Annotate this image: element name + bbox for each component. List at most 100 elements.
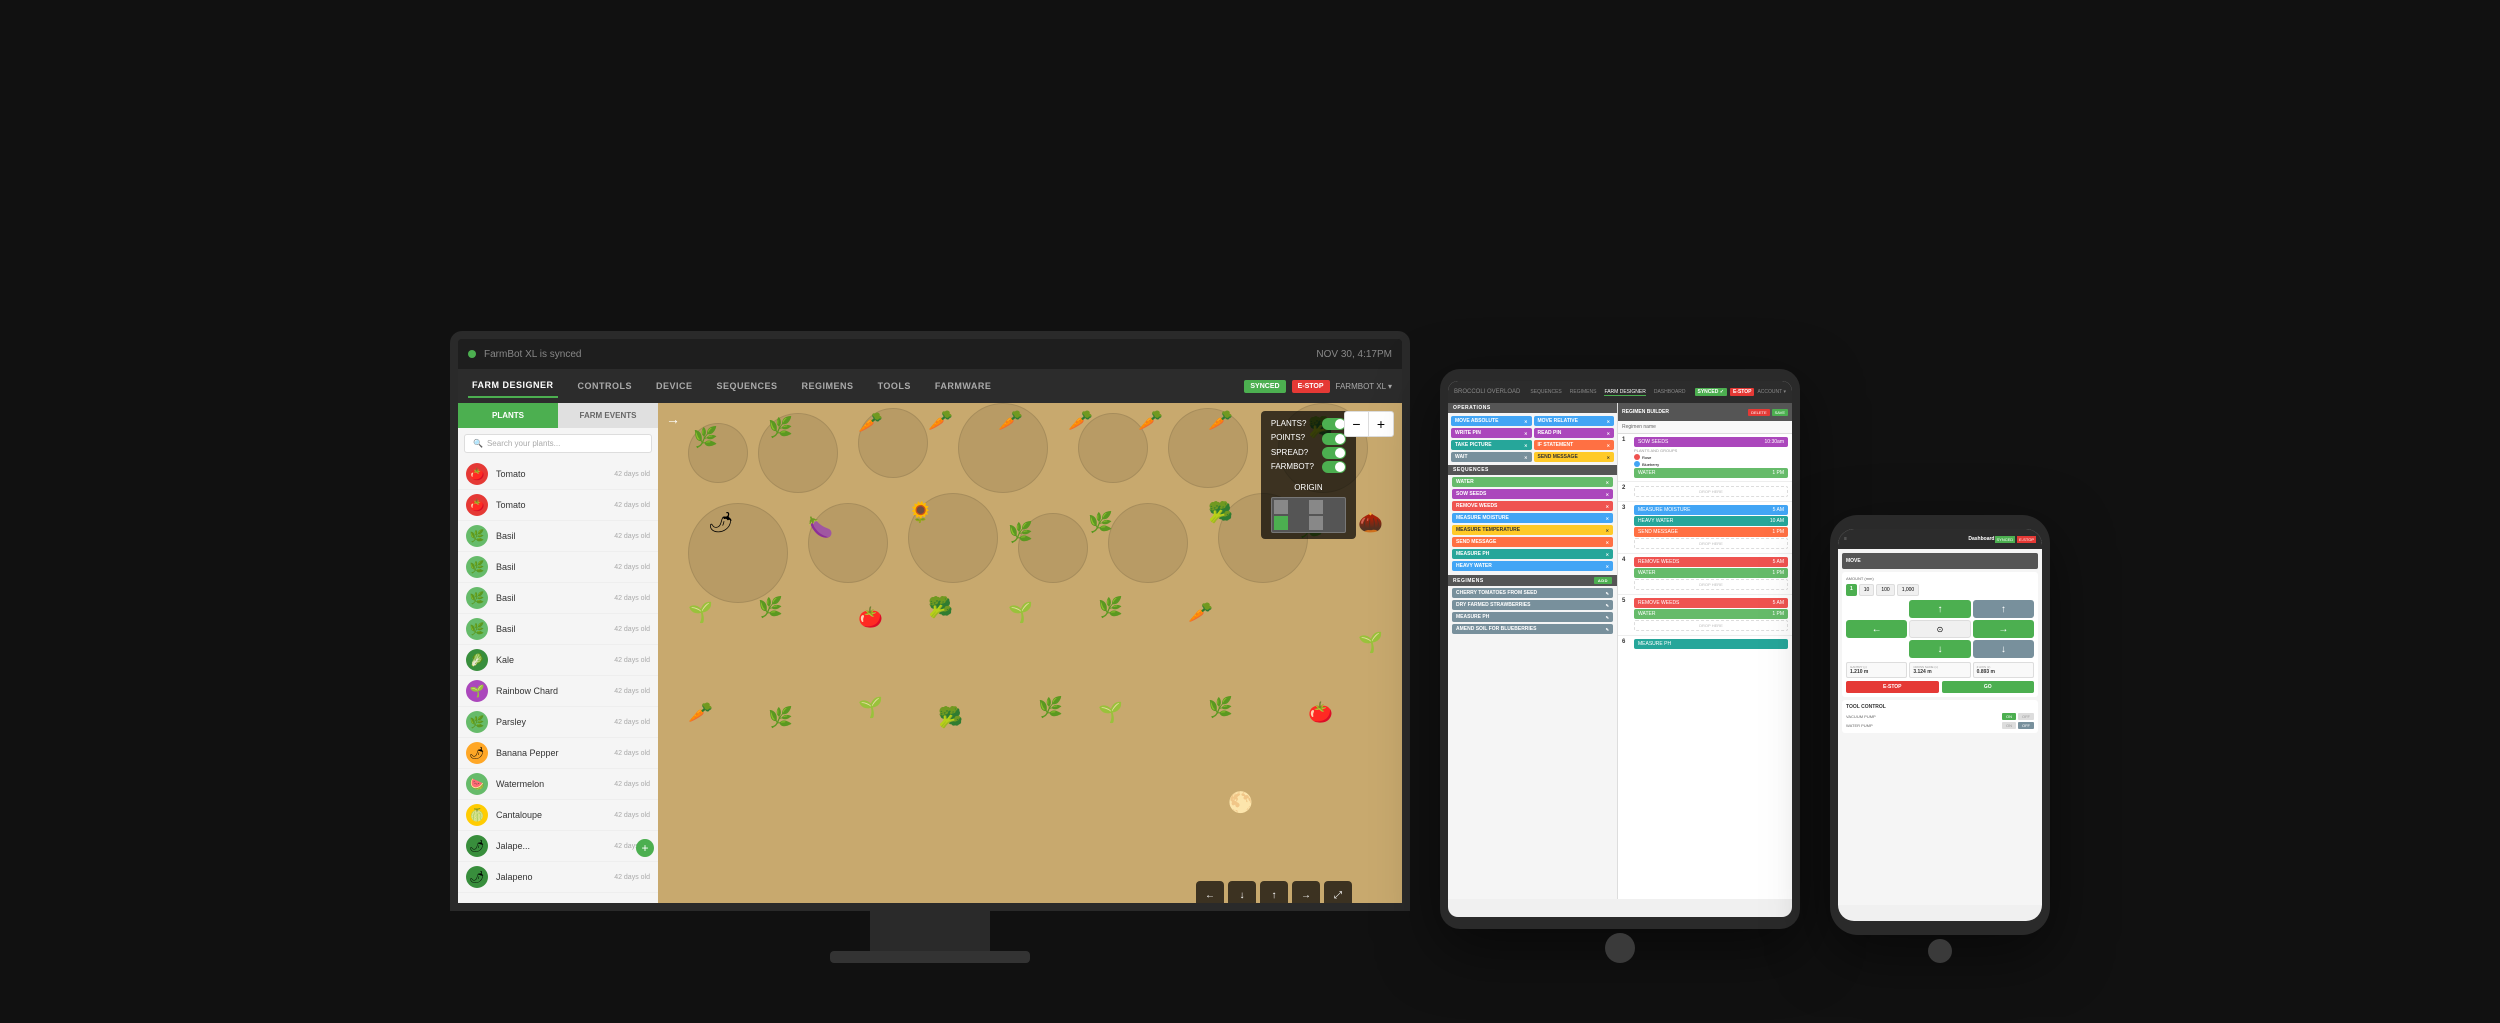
tablet-account[interactable]: ACCOUNT ▾ bbox=[1757, 389, 1786, 395]
seq-send-message2[interactable]: SEND MESSAGE ✕ bbox=[1452, 537, 1613, 547]
plant-item[interactable]: 🥬 Kale 42 days old bbox=[458, 645, 658, 676]
op-move-relative[interactable]: MOVE RELATIVE ✕ bbox=[1534, 416, 1615, 426]
origin-cell[interactable] bbox=[1274, 500, 1288, 514]
plant-item[interactable]: 🌿 Basil 42 days old bbox=[458, 583, 658, 614]
plant-item[interactable]: 🌿 Basil 42 days old bbox=[458, 521, 658, 552]
arrow-z-down-button[interactable]: ↓ bbox=[1973, 640, 2034, 658]
plant-item[interactable]: 🌶 Banana Pepper 42 days old bbox=[458, 738, 658, 769]
plant-item[interactable]: 🌿 Basil 42 days old bbox=[458, 614, 658, 645]
tablet-home-button[interactable] bbox=[1605, 933, 1635, 963]
reg-dry-farmed[interactable]: DRY FARMED STRAWBERRIES ✎ bbox=[1452, 600, 1613, 610]
reg-amend-soil[interactable]: AMEND SOIL FOR BLUEBERRIES ✎ bbox=[1452, 624, 1613, 634]
phone-estop[interactable]: E-STOP bbox=[2017, 536, 2036, 543]
step-1-sow-seeds[interactable]: SOW SEEDS 10:30am bbox=[1634, 437, 1788, 447]
plant-item[interactable]: 🍅 Tomato 42 days old bbox=[458, 459, 658, 490]
arrow-left-move-button[interactable]: ← bbox=[1846, 620, 1907, 638]
farm-map[interactable]: 🌿 🌿 🥕 🥕 🥕 🥕 🥕 🥕 🥦 🌰 🌶 🍆 🌻 🌿 🌿 🥦 bbox=[658, 403, 1402, 911]
step-3-drop-zone[interactable]: DROP HERE bbox=[1634, 538, 1788, 549]
step-3-heavy-water[interactable]: HEAVY WATER 10 AM bbox=[1634, 516, 1788, 526]
water-on-button[interactable]: ON bbox=[2002, 722, 2016, 729]
step-2-drop-zone[interactable]: DROP HERE bbox=[1634, 486, 1788, 497]
farmbot-toggle[interactable] bbox=[1322, 461, 1346, 473]
plant-item[interactable]: 🍈 Cantaloupe 42 days old bbox=[458, 800, 658, 831]
arrow-up-move-button[interactable]: ↑ bbox=[1909, 600, 1970, 618]
nav-device[interactable]: DEVICE bbox=[652, 375, 697, 397]
step-1-water[interactable]: WATER 1 PM bbox=[1634, 468, 1788, 478]
op-write-pin[interactable]: WRITE PIN ✕ bbox=[1451, 428, 1532, 438]
origin-cell[interactable] bbox=[1309, 500, 1323, 514]
plant-item[interactable]: 🌱 Rainbow Chard 42 days old bbox=[458, 676, 658, 707]
seq-water[interactable]: WATER ✕ bbox=[1452, 477, 1613, 487]
zoom-out-button[interactable]: − bbox=[1345, 412, 1369, 436]
points-toggle[interactable] bbox=[1322, 433, 1346, 445]
tablet-estop-badge[interactable]: E-STOP bbox=[1730, 388, 1755, 396]
op-move-absolute[interactable]: MOVE ABSOLUTE ✕ bbox=[1451, 416, 1532, 426]
plant-item[interactable]: 🌶 Jalape... 42 days old + bbox=[458, 831, 658, 862]
step-6-measure-ph[interactable]: MEASURE PH bbox=[1634, 639, 1788, 649]
seq-sow-seeds[interactable]: SOW SEEDS ✕ bbox=[1452, 489, 1613, 499]
arrow-z-up-button[interactable]: ↑ bbox=[1973, 600, 2034, 618]
op-send-message[interactable]: SEND MESSAGE ✕ bbox=[1534, 452, 1615, 462]
amount-1000-button[interactable]: 1,000 bbox=[1897, 584, 1920, 596]
step-3-send-message[interactable]: SEND MESSAGE 1 PM bbox=[1634, 527, 1788, 537]
vacuum-off-button[interactable]: OFF bbox=[2018, 713, 2034, 720]
arrow-left-button[interactable]: ← bbox=[1196, 881, 1224, 909]
fullscreen-button[interactable]: ⤢ bbox=[1324, 881, 1352, 909]
amount-10-button[interactable]: 10 bbox=[1859, 584, 1875, 596]
tablet-nav-farm-designer[interactable]: FARM DESIGNER bbox=[1604, 389, 1645, 396]
step-5-drop-zone[interactable]: DROP HERE bbox=[1634, 620, 1788, 631]
arrow-down-button[interactable]: ↓ bbox=[1228, 881, 1256, 909]
add-plant-button[interactable]: + bbox=[636, 839, 654, 857]
step-3-measure-moisture[interactable]: MEASURE MOISTURE 5 AM bbox=[1634, 505, 1788, 515]
nav-farm-designer[interactable]: FARM DESIGNER bbox=[468, 374, 558, 398]
phone-home-button[interactable] bbox=[1928, 939, 1952, 963]
origin-cell-active[interactable] bbox=[1274, 516, 1288, 530]
op-if-statement[interactable]: IF STATEMENT ✕ bbox=[1534, 440, 1615, 450]
plant-item[interactable]: 🌶 Jalapeno 42 days old bbox=[458, 862, 658, 893]
seq-measure-ph[interactable]: MEASURE PH ✕ bbox=[1452, 549, 1613, 559]
amount-100-button[interactable]: 100 bbox=[1876, 584, 1894, 596]
nav-farmware[interactable]: FARMWARE bbox=[931, 375, 996, 397]
plant-item[interactable]: 🍅 Tomato 42 days old bbox=[458, 490, 658, 521]
regimens-add-button[interactable]: ADD bbox=[1594, 577, 1612, 584]
arrow-down-move-button[interactable]: ↓ bbox=[1909, 640, 1970, 658]
regimen-name-field[interactable]: Regimen name bbox=[1618, 421, 1792, 434]
seq-remove-weeds[interactable]: REMOVE WEEDS ✕ bbox=[1452, 501, 1613, 511]
estop-button[interactable]: E-STOP bbox=[1292, 380, 1330, 393]
plant-item[interactable]: 🍉 Watermelon 42 days old bbox=[458, 769, 658, 800]
arrow-up-button[interactable]: ↑ bbox=[1260, 881, 1288, 909]
arrow-right-button[interactable]: → bbox=[1292, 881, 1320, 909]
arrow-right-move-button[interactable]: → bbox=[1973, 620, 2034, 638]
reg-measure-ph[interactable]: MEASURE PH ✎ bbox=[1452, 612, 1613, 622]
water-off-button[interactable]: OFF bbox=[2018, 722, 2034, 729]
nav-controls[interactable]: CONTROLS bbox=[574, 375, 637, 397]
search-box[interactable]: 🔍 Search your plants... bbox=[464, 434, 652, 453]
vacuum-on-button[interactable]: ON bbox=[2002, 713, 2016, 720]
nav-sequences[interactable]: SEQUENCES bbox=[713, 375, 782, 397]
step-4-remove-weeds[interactable]: REMOVE WEEDS 5 AM bbox=[1634, 557, 1788, 567]
op-take-picture[interactable]: TAKE PICTURE ✕ bbox=[1451, 440, 1532, 450]
origin-selector[interactable] bbox=[1271, 497, 1346, 533]
step-4-water[interactable]: WATER 1 PM bbox=[1634, 568, 1788, 578]
step-5-remove-weeds[interactable]: REMOVE WEEDS 5 AM bbox=[1634, 598, 1788, 608]
plants-toggle[interactable] bbox=[1322, 418, 1346, 430]
tab-farm-events[interactable]: FARM EVENTS bbox=[558, 403, 658, 428]
phone-estop-button[interactable]: E-STOP bbox=[1846, 681, 1939, 693]
reg-cherry-tomatoes[interactable]: CHERRY TOMATOES FROM SEED ✎ bbox=[1452, 588, 1613, 598]
origin-cell[interactable] bbox=[1309, 516, 1323, 530]
step-5-water[interactable]: WATER 1 PM bbox=[1634, 609, 1788, 619]
plant-item[interactable]: 🌿 Parsley 42 days old bbox=[458, 707, 658, 738]
tab-plants[interactable]: PLANTS bbox=[458, 403, 558, 428]
regimen-save-button[interactable]: SAVE bbox=[1772, 409, 1788, 416]
farm-selector[interactable]: FARMBOT XL ▾ bbox=[1336, 382, 1392, 391]
regimen-delete-button[interactable]: DELETE bbox=[1748, 409, 1770, 416]
amount-1-button[interactable]: 1 bbox=[1846, 584, 1857, 596]
spread-toggle[interactable] bbox=[1322, 447, 1346, 459]
seq-measure-temp[interactable]: MEASURE TEMPERATURE ✕ bbox=[1452, 525, 1613, 535]
plant-item[interactable]: 🌿 Basil 42 days old bbox=[458, 552, 658, 583]
nav-regimens[interactable]: REGIMENS bbox=[798, 375, 858, 397]
seq-measure-moisture[interactable]: MEASURE MOISTURE ✕ bbox=[1452, 513, 1613, 523]
zoom-in-button[interactable]: + bbox=[1369, 412, 1393, 436]
seq-heavy-water[interactable]: HEAVY WATER ✕ bbox=[1452, 561, 1613, 571]
phone-go-button[interactable]: GO bbox=[1942, 681, 2035, 693]
